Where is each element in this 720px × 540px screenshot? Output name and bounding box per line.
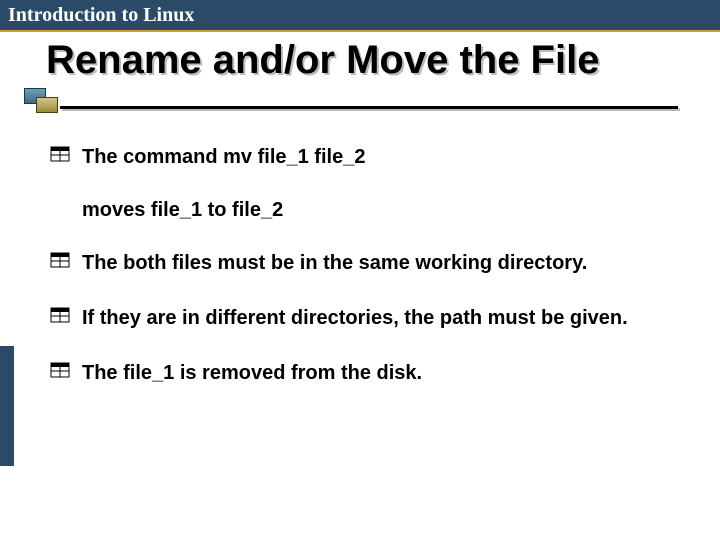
- slide-body: The command mv file_1 file_2 moves file_…: [0, 114, 720, 387]
- course-title: Introduction to Linux: [8, 4, 194, 27]
- bullet-icon: [50, 146, 70, 164]
- bullet-icon: [50, 362, 70, 380]
- bullet-item: The file_1 is removed from the disk.: [56, 360, 664, 387]
- slide-header-bar: Introduction to Linux: [0, 0, 720, 32]
- slide-title: Rename and/or Move the File: [46, 38, 720, 82]
- bullet-text: The command mv file_1 file_2: [82, 146, 365, 168]
- decorative-boxes-icon: [24, 88, 64, 118]
- title-area: Rename and/or Move the File: [0, 32, 720, 114]
- bullet-item: If they are in different directories, th…: [56, 305, 664, 332]
- bullet-icon: [50, 307, 70, 325]
- bullet-icon: [50, 252, 70, 270]
- left-decorative-bar: [0, 346, 14, 466]
- bullet-continuation: moves file_1 to file_2: [56, 199, 664, 222]
- bullet-text: The file_1 is removed from the disk.: [82, 362, 422, 384]
- bullet-item: The both files must be in the same worki…: [56, 250, 664, 277]
- bullet-text: The both files must be in the same worki…: [82, 252, 587, 274]
- horizontal-rule: [60, 106, 678, 109]
- bullet-item: The command mv file_1 file_2: [56, 144, 664, 171]
- title-rule: [24, 90, 678, 114]
- bullet-text: If they are in different directories, th…: [82, 307, 628, 329]
